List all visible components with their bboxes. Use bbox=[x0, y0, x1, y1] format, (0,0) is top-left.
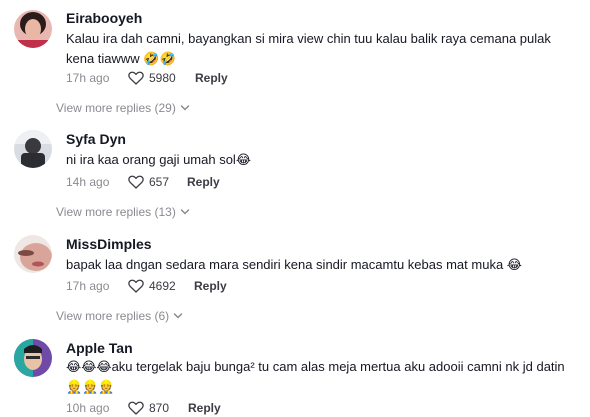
like-button[interactable]: 5980 bbox=[128, 71, 176, 85]
avatar[interactable] bbox=[14, 235, 52, 273]
avatar[interactable] bbox=[14, 130, 52, 168]
reply-button[interactable]: Reply bbox=[194, 279, 227, 293]
comment-meta: 10h ago 870 Reply bbox=[66, 401, 306, 417]
comment-text: 😂😂😂aku tergelak baju bunga² tu cam alas … bbox=[66, 359, 565, 394]
comment-text: Kalau ira dah camni, bayangkan si mira v… bbox=[66, 31, 551, 66]
chevron-down-icon bbox=[180, 209, 190, 215]
avatar[interactable] bbox=[14, 339, 52, 377]
comment-username[interactable]: Apple Tan bbox=[66, 340, 133, 356]
like-count: 5980 bbox=[149, 71, 176, 85]
like-button[interactable]: 4692 bbox=[128, 279, 176, 293]
view-more-replies[interactable]: View more replies (6) bbox=[56, 309, 183, 323]
comment-username[interactable]: Eirabooyeh bbox=[66, 10, 142, 26]
comment-timestamp: 17h ago bbox=[66, 279, 110, 293]
like-count: 657 bbox=[149, 175, 170, 189]
heart-outline-icon bbox=[128, 175, 144, 189]
chevron-down-icon bbox=[180, 105, 190, 111]
avatar[interactable] bbox=[14, 10, 52, 48]
like-button[interactable]: 657 bbox=[128, 175, 169, 189]
comment-meta: 14h ago 657 Reply bbox=[66, 175, 306, 191]
heart-outline-icon bbox=[128, 71, 144, 85]
comment-timestamp: 10h ago bbox=[66, 401, 110, 415]
view-more-replies-label: View more replies (13) bbox=[56, 205, 176, 219]
comment-text: bapak laa dngan sedara mara sendiri kena… bbox=[66, 257, 522, 272]
comment-text: ni ira kaa orang gaji umah sol😂 bbox=[66, 152, 252, 167]
view-more-replies[interactable]: View more replies (29) bbox=[56, 101, 190, 115]
like-count: 870 bbox=[149, 401, 170, 415]
reply-button[interactable]: Reply bbox=[187, 175, 220, 189]
like-button[interactable]: 870 bbox=[128, 401, 169, 415]
chevron-down-icon bbox=[173, 313, 183, 319]
view-more-replies-label: View more replies (29) bbox=[56, 101, 176, 115]
comment-meta: 17h ago 5980 Reply bbox=[66, 71, 306, 87]
reply-button[interactable]: Reply bbox=[195, 71, 228, 85]
comment-meta: 17h ago 4692 Reply bbox=[66, 279, 306, 295]
reply-button[interactable]: Reply bbox=[188, 401, 221, 415]
heart-outline-icon bbox=[128, 279, 144, 293]
comment-username[interactable]: Syfa Dyn bbox=[66, 131, 126, 147]
heart-outline-icon bbox=[128, 401, 144, 415]
comment-username[interactable]: MissDimples bbox=[66, 236, 152, 252]
comment-timestamp: 17h ago bbox=[66, 71, 110, 85]
view-more-replies-label: View more replies (6) bbox=[56, 309, 170, 323]
view-more-replies[interactable]: View more replies (13) bbox=[56, 205, 190, 219]
comment-timestamp: 14h ago bbox=[66, 175, 110, 189]
like-count: 4692 bbox=[149, 279, 176, 293]
